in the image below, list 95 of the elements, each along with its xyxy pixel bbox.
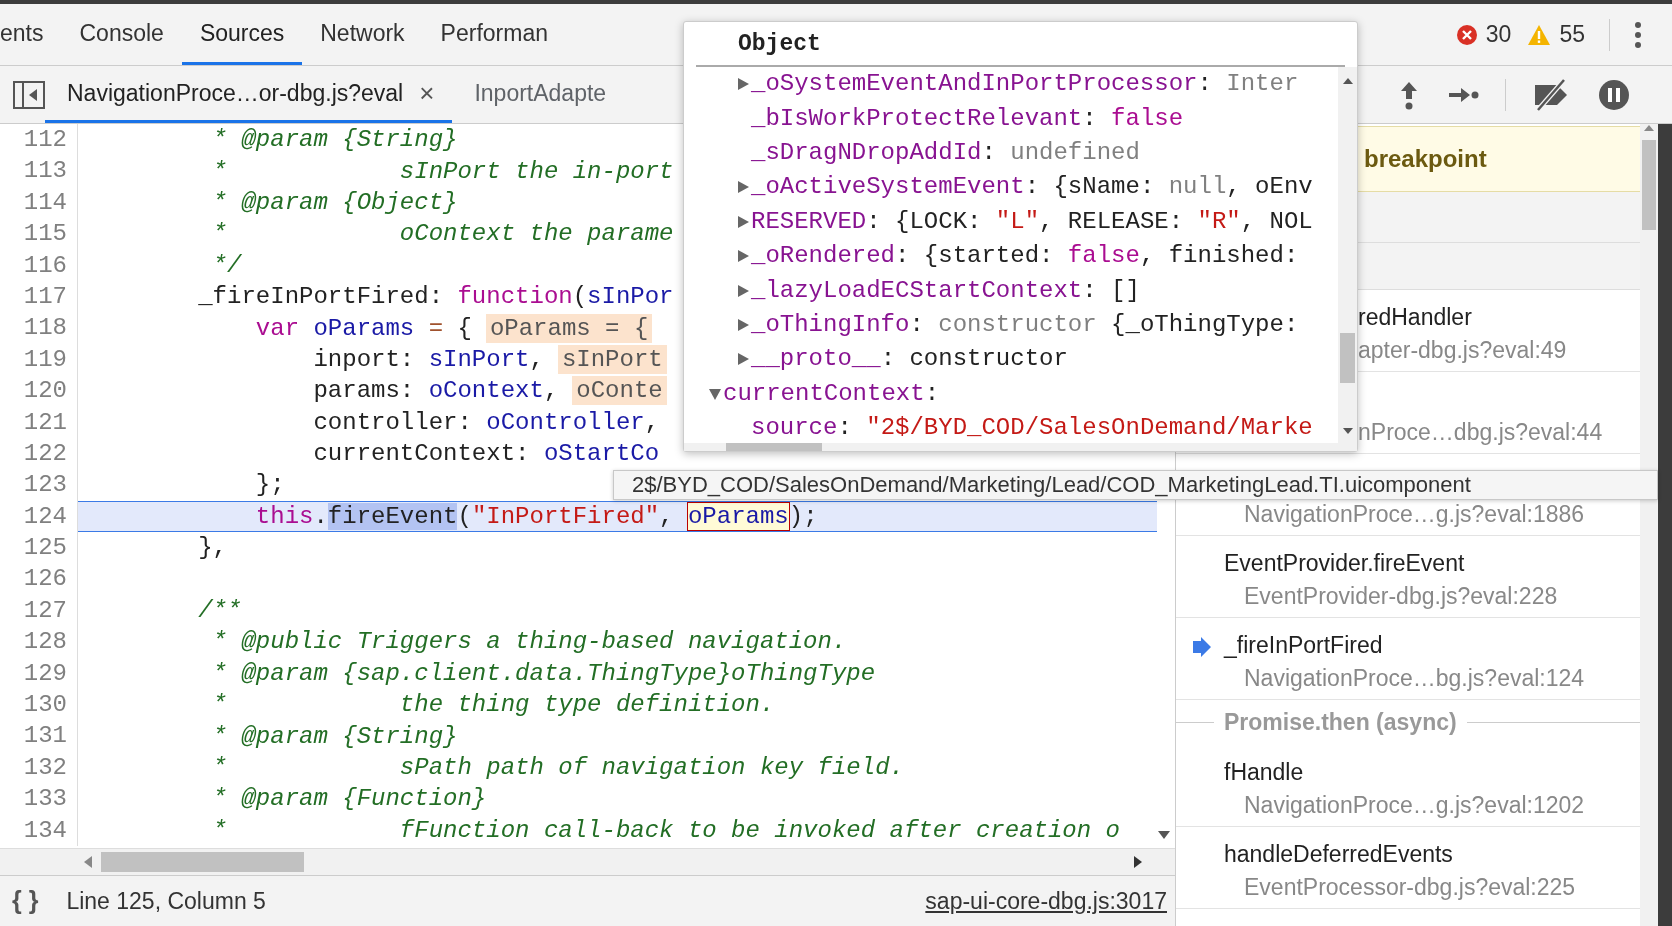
- scrollbar-thumb[interactable]: [1642, 140, 1656, 230]
- sidebar-toggle-icon[interactable]: [13, 81, 45, 109]
- disclosure-triangle-icon[interactable]: [735, 77, 750, 92]
- vertical-scrollbar[interactable]: [1640, 124, 1658, 926]
- property-line: _oRendered: {started: false, finished:: [751, 241, 1299, 272]
- scrollbar-thumb[interactable]: [101, 852, 304, 872]
- line-number: 134: [0, 814, 78, 846]
- property-line: _oSystemEventAndInPortProcessor: Inter: [751, 69, 1299, 100]
- code-line: inport: sInPort,: [312, 344, 544, 374]
- cursor-position: Line 125, Column 5: [66, 886, 266, 916]
- code-line: currentContext: oStartCo: [312, 439, 660, 469]
- line-number: 116: [0, 249, 78, 281]
- line-number: 117: [0, 280, 78, 313]
- code-line: */: [211, 250, 242, 280]
- code-line: * sPath path of navigation key field.: [211, 753, 904, 782]
- code-line: * @public Triggers a thing-based navigation.: [211, 627, 847, 657]
- line-number: 114: [0, 186, 78, 219]
- disclosure-triangle-icon[interactable]: [735, 214, 750, 229]
- line-number: 131: [0, 720, 78, 752]
- property-line: currentContext:: [723, 378, 940, 409]
- code-line: * fFunction call-back to be invoked after creation o: [211, 815, 1120, 845]
- code-line: * @param {Function}: [211, 784, 487, 814]
- disclosure-triangle-icon[interactable]: [735, 317, 750, 332]
- source-link[interactable]: sap-ui-core-dbg.js:3017: [925, 883, 1167, 919]
- code-line: * the thing type definition.: [211, 690, 775, 720]
- code-line: _fireInPortFired: function(sInPor: [197, 282, 674, 312]
- disclosure-triangle-icon[interactable]: [735, 283, 750, 298]
- line-number: 118: [0, 312, 78, 344]
- panel-tab[interactable]: ents: [0, 4, 62, 65]
- inline-value: oConte: [572, 376, 667, 406]
- error-icon: [1455, 23, 1478, 46]
- code-line: * sInPort the in-port: [211, 156, 674, 186]
- line-number: 112: [0, 124, 78, 156]
- property-line: __proto__: constructor: [751, 344, 1068, 375]
- code-line: * oContext the parame: [211, 219, 674, 249]
- line-number: 119: [0, 343, 78, 376]
- line-number: 123: [0, 469, 78, 501]
- line-number: 130: [0, 689, 78, 721]
- line-number: 120: [0, 375, 78, 407]
- line-number: 128: [0, 626, 78, 658]
- scroll-down-icon[interactable]: [1157, 830, 1171, 840]
- file-tab[interactable]: InportAdapte: [452, 66, 625, 123]
- code-line: };: [254, 470, 285, 500]
- code-line: var oParams = {: [254, 313, 472, 343]
- more-menu-icon[interactable]: [1634, 20, 1642, 49]
- vertical-scrollbar[interactable]: [1338, 67, 1357, 444]
- horizontal-scrollbar[interactable]: [0, 848, 1175, 875]
- error-count: 30: [1485, 20, 1512, 50]
- disclosure-triangle-icon[interactable]: [735, 352, 750, 367]
- disclosure-triangle-icon[interactable]: [735, 249, 750, 264]
- code-line: * @param {sap.client.data.ThingType}oThingType: [211, 658, 876, 688]
- scroll-left-icon[interactable]: [83, 855, 93, 869]
- close-button[interactable]: ×: [419, 73, 435, 113]
- line-number: 115: [0, 218, 78, 250]
- code-line: /**: [197, 596, 242, 626]
- warning-icon: [1527, 23, 1552, 46]
- horizontal-scrollbar[interactable]: [684, 443, 1357, 451]
- line-number: 126: [0, 563, 78, 595]
- warning-count: 55: [1559, 20, 1585, 50]
- file-tab[interactable]: NavigationProce…or-dbg.js?eval ×: [45, 66, 453, 123]
- property-line: _lazyLoadECStartContext: []: [751, 275, 1140, 306]
- line-number: 127: [0, 594, 78, 627]
- disclosure-triangle-icon[interactable]: [707, 386, 722, 401]
- pretty-print-button[interactable]: { }: [0, 882, 51, 920]
- scroll-down-icon[interactable]: [1341, 427, 1354, 436]
- line-number: 113: [0, 155, 78, 187]
- popover-title: Object: [696, 22, 1345, 67]
- async-separator: Promise.then (async): [1176, 700, 1640, 745]
- line-number: 132: [0, 751, 78, 784]
- code-line: params: oContext,: [312, 376, 559, 406]
- line-number: 121: [0, 406, 78, 438]
- disclosure-triangle-icon[interactable]: [735, 180, 750, 195]
- inline-value: sInPort: [557, 344, 667, 374]
- scroll-right-icon[interactable]: [1133, 855, 1143, 869]
- pause-icon[interactable]: [1598, 78, 1630, 111]
- scrollbar-thumb[interactable]: [726, 443, 822, 451]
- line-number: 125: [0, 532, 78, 564]
- code-line: * @param {Object}: [211, 187, 458, 217]
- code-line: controller: oController,: [312, 407, 660, 437]
- line-number: 129: [0, 657, 78, 690]
- tooltip: 2$/BYD_COD/SalesOnDemand/Marketing/Lead/COD_MarketingLead.TI.uicomponent: [613, 470, 1658, 500]
- scroll-up-icon[interactable]: [1341, 77, 1354, 85]
- line-number: 133: [0, 783, 78, 815]
- property-line: _sDragNDropAddId: undefined: [751, 138, 1140, 168]
- panel-tab[interactable]: Performan: [422, 4, 566, 65]
- panel-tab[interactable]: Console: [61, 4, 182, 65]
- line-number: 122: [0, 437, 78, 470]
- code-line: },: [197, 533, 228, 563]
- property-line: RESERVED: {LOCK: "L", RELEASE: "R", NOL: [751, 206, 1313, 237]
- scrollbar-thumb[interactable]: [1340, 333, 1355, 383]
- code-line: * @param {String}: [211, 125, 458, 155]
- code-line: * @param {String}: [211, 721, 458, 751]
- panel-tab[interactable]: Network: [302, 4, 423, 65]
- inline-value: oParams = {: [485, 313, 653, 343]
- code-line: this.fireEvent("InPortFired", oParams);: [254, 501, 818, 531]
